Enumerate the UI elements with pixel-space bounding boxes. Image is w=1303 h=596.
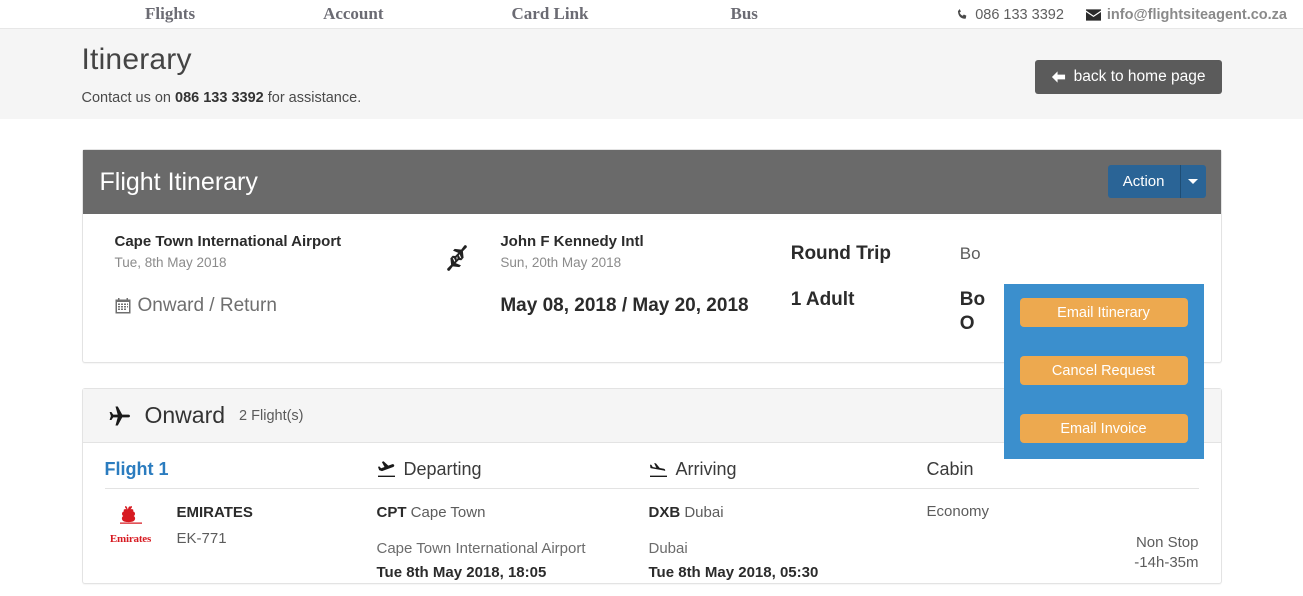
column-header-flight[interactable]: Flight 1 (105, 459, 377, 480)
stops-label: Non Stop (1135, 534, 1199, 551)
plane-icon (105, 404, 131, 428)
action-dropdown-menu: Email Itinerary Cancel Request Email Inv… (1003, 284, 1204, 459)
action-button[interactable]: Action (1107, 165, 1180, 198)
destination-airport: John F Kennedy Intl (500, 233, 644, 250)
booking-label-clipped: Bo (959, 244, 981, 263)
column-header-departing-label: Departing (403, 459, 482, 479)
trip-type-row: Onward / Return (115, 294, 413, 318)
flight-number: EK-771 (176, 530, 227, 547)
cabin-class: Economy (926, 503, 990, 520)
column-header-cabin: Cabin (926, 459, 974, 479)
travel-dates: May 08, 2018 / May 20, 2018 (500, 295, 749, 316)
flight-itinerary-panel-header: Flight Itinerary Action (82, 150, 1221, 214)
envelope-icon (1085, 8, 1101, 21)
onward-flight-count: 2 Flight(s) (239, 407, 304, 424)
assist-prefix: Contact us on (81, 90, 175, 106)
flight-row: Emirates EMIRATES EK-771 CPT Cape Town C… (83, 489, 1221, 583)
phone-icon (956, 8, 969, 21)
summary-destination-column: John F Kennedy Intl Sun, 20th May 2018 M… (500, 232, 790, 336)
nav-item-flights[interactable]: Flights (135, 4, 205, 24)
summary-trip-kind-column: Round Trip 1 Adult (791, 232, 960, 336)
departure-time: Tue 8th May 2018, 18:05 (376, 564, 547, 581)
flight-itinerary-title: Flight Itinerary (99, 167, 258, 196)
emirates-logo-text: Emirates (109, 533, 152, 545)
departure-airport: Cape Town International Airport (376, 540, 586, 557)
trip-kind: Round Trip (790, 243, 891, 264)
nav-item-account[interactable]: Account (313, 4, 393, 24)
departure-code: CPT (376, 504, 407, 521)
origin-airport: Cape Town International Airport (114, 233, 342, 250)
action-dropdown-toggle[interactable] (1179, 165, 1206, 198)
arrival-code: DXB (648, 504, 681, 521)
emirates-calligraphy-icon (119, 506, 142, 524)
column-header-arriving: Arriving (649, 459, 927, 480)
contact-phone-text: 086 133 3392 (975, 6, 1064, 23)
calendar-icon (115, 298, 131, 314)
arrival-city: Dubai (684, 504, 724, 521)
plane-arrival-icon (649, 461, 668, 478)
assist-phone: 086 133 3392 (175, 90, 264, 106)
nav-contact-group: 086 133 3392 info@flightsiteagent.co.za (956, 0, 1287, 29)
flight-departing-cell: CPT Cape Town Cape Town International Ai… (377, 503, 649, 583)
action-split-button: Action (1107, 165, 1206, 198)
top-navigation-bar: Flights Account Card Link Bus 086 133 33… (0, 0, 1303, 29)
origin-date: Tue, 8th May 2018 (114, 255, 227, 270)
departure-city: Cape Town (410, 504, 486, 521)
arrow-left-icon (1051, 70, 1066, 84)
email-itinerary-button[interactable]: Email Itinerary (1019, 298, 1188, 327)
departure-code-city: CPT Cape Town (377, 503, 649, 523)
flight-airline-cell: Emirates EMIRATES EK-771 (105, 503, 377, 583)
back-to-home-page-label: back to home page (1073, 68, 1206, 85)
flight-arriving-cell: DXB Dubai Dubai Tue 8th May 2018, 05:30 (649, 503, 927, 583)
cancel-request-button[interactable]: Cancel Request (1019, 356, 1188, 385)
flight-cabin-cell: Economy Non Stop -14h-35m (927, 503, 1199, 583)
plane-departure-icon (377, 461, 396, 478)
arrival-airport: Dubai (648, 540, 688, 557)
email-invoice-button[interactable]: Email Invoice (1019, 414, 1188, 443)
page-heading-band: Itinerary Contact us on 086 133 3392 for… (0, 29, 1303, 119)
nav-item-card-link[interactable]: Card Link (502, 4, 599, 24)
nav-item-bus[interactable]: Bus (721, 4, 768, 24)
onward-title: Onward (144, 402, 226, 428)
airline-name: EMIRATES (176, 504, 253, 521)
destination-date: Sun, 20th May 2018 (500, 255, 622, 270)
contact-email-text: info@flightsiteagent.co.za (1106, 6, 1287, 23)
contact-phone[interactable]: 086 133 3392 (956, 7, 1064, 23)
flight-stops-duration: Non Stop -14h-35m (1134, 533, 1198, 573)
column-header-departing: Departing (377, 459, 649, 480)
back-to-home-page-button[interactable]: back to home page (1034, 60, 1222, 94)
duration-label: -14h-35m (1134, 554, 1199, 571)
nav-links: Flights Account Card Link Bus (135, 4, 768, 24)
emirates-logo: Emirates (105, 503, 161, 583)
column-header-arriving-label: Arriving (675, 459, 737, 479)
summary-route-icon-column (413, 232, 501, 336)
arrival-time: Tue 8th May 2018, 05:30 (648, 564, 819, 581)
contact-email[interactable]: info@flightsiteagent.co.za (1085, 6, 1287, 23)
main-content: Flight Itinerary Action Cape Town Intern… (81, 119, 1222, 584)
planes-exchange-icon (440, 242, 474, 274)
assist-suffix: for assistance. (263, 90, 362, 106)
passenger-count: 1 Adult (790, 289, 855, 310)
arrival-code-city: DXB Dubai (649, 503, 927, 523)
trip-type-label: Onward / Return (137, 295, 277, 316)
chevron-down-icon (1188, 179, 1198, 184)
summary-origin-column: Cape Town International Airport Tue, 8th… (115, 232, 413, 336)
